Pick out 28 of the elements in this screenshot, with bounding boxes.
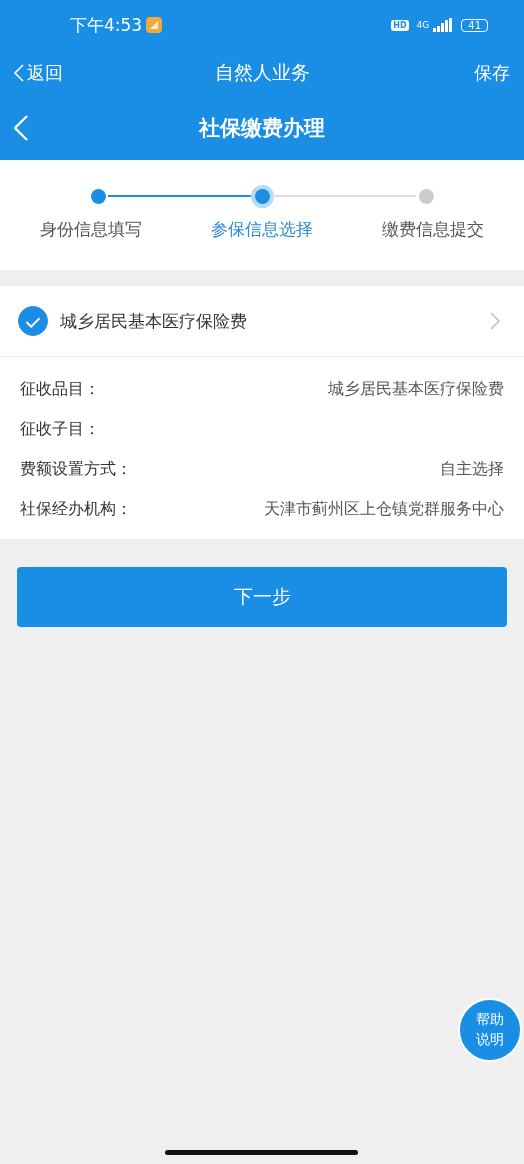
network-type: 4G xyxy=(416,20,430,30)
detail-label: 社保经办机构： xyxy=(20,498,132,520)
page-title: 社保缴费办理 xyxy=(197,115,326,142)
detail-value: 城乡居民基本医疗保险费 xyxy=(328,378,504,400)
signal-icon xyxy=(433,18,454,32)
insurance-name: 城乡居民基本医疗保险费 xyxy=(60,309,248,333)
step-label: 缴费信息提交 xyxy=(382,218,484,241)
chevron-left-icon xyxy=(14,64,24,82)
battery-indicator: 41 xyxy=(461,18,488,32)
checkbox[interactable] xyxy=(18,306,48,336)
back-button[interactable]: 返回 xyxy=(14,61,84,85)
detail-value: 天津市蓟州区上仓镇党群服务中心 xyxy=(264,498,504,520)
back-icon[interactable] xyxy=(14,115,28,141)
next-button[interactable]: 下一步 xyxy=(17,567,507,627)
nav-title: 自然人业务 xyxy=(213,60,311,85)
insurance-item[interactable]: 城乡居民基本医疗保险费 xyxy=(0,286,524,357)
help-button[interactable]: 帮助 说明 xyxy=(458,998,522,1062)
detail-label: 费额设置方式： xyxy=(20,458,132,480)
save-button[interactable]: 保存 xyxy=(440,61,510,85)
detail-label: 征收子目： xyxy=(20,418,100,440)
notification-icon xyxy=(146,17,163,33)
detail-value: 自主选择 xyxy=(440,458,504,480)
status-time: 下午4:53 xyxy=(70,13,143,37)
step-label: 身份信息填写 xyxy=(40,218,142,241)
detail-label: 征收品目： xyxy=(20,378,100,400)
chevron-right-icon xyxy=(490,312,500,330)
hd-badge: HD xyxy=(391,19,409,31)
step-label: 参保信息选择 xyxy=(211,218,313,241)
